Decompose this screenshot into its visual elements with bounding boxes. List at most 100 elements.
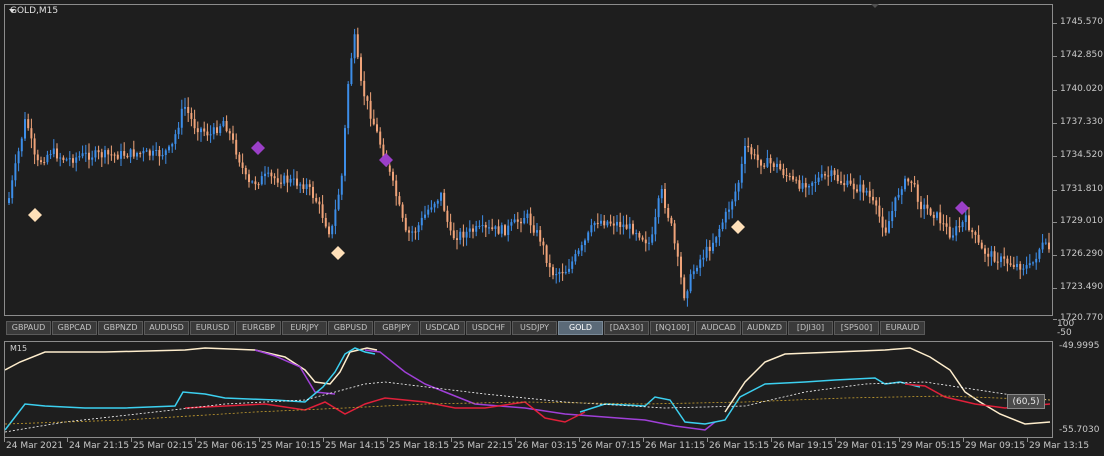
candle-body	[129, 149, 132, 158]
time-axis-tick	[259, 438, 260, 442]
candle-body	[216, 127, 218, 133]
candle-body	[363, 80, 366, 97]
candle-body	[644, 239, 647, 244]
price-axis-label: 1740.020	[1060, 84, 1103, 94]
candle-body	[456, 238, 458, 240]
symbol-button-gbpaud[interactable]: GBPAUD	[6, 321, 51, 335]
indicator-chart	[5, 347, 1051, 433]
candle-body	[632, 223, 634, 234]
signal-marker-diamond	[251, 141, 265, 155]
indicator-axis: 100 -50 -49.9995 -55.7030	[1053, 319, 1104, 439]
symbol-button-usdchf[interactable]: USDCHF	[466, 321, 511, 335]
time-axis-tick	[67, 438, 68, 442]
candle-body	[795, 179, 798, 181]
symbol-button-audusd[interactable]: AUDUSD	[144, 321, 189, 335]
candle-body	[968, 215, 970, 231]
candle-body	[1048, 242, 1050, 250]
price-axis-label: 1723.490	[1060, 282, 1103, 292]
candle-body	[161, 154, 164, 157]
candle-body	[164, 150, 167, 155]
candle-body	[897, 194, 900, 198]
candle-body	[113, 154, 116, 156]
candle-body	[78, 156, 81, 158]
candle-body	[939, 212, 942, 224]
candle-body	[24, 119, 26, 139]
candle-body	[952, 235, 954, 238]
candle-body	[817, 177, 820, 182]
candle-body	[440, 192, 442, 201]
candle-body	[990, 251, 993, 257]
candle-body	[920, 201, 922, 210]
indicator-panel[interactable]	[4, 341, 1053, 438]
price-axis-tick	[1053, 255, 1057, 256]
candle-body	[468, 228, 471, 232]
shift-marker-icon[interactable]	[871, 4, 879, 8]
indicator-line-cyan-a	[5, 347, 376, 431]
candle-body	[891, 210, 894, 222]
candle-body	[1019, 263, 1022, 270]
candle-body	[36, 154, 39, 161]
candle-body	[264, 173, 266, 177]
candle-body	[830, 170, 833, 177]
time-axis-label: 26 Mar 03:15	[517, 441, 578, 451]
symbol-button-gold[interactable]: GOLD	[558, 321, 603, 335]
candle-body	[865, 190, 868, 193]
time-axis: 24 Mar 2021 24 Mar 21:15 25 Mar 02:15 25 Ma…	[0, 438, 1104, 456]
candle-body	[958, 226, 961, 228]
candle-body	[353, 34, 356, 59]
time-axis-tick	[451, 438, 452, 442]
candle-body	[1025, 265, 1028, 269]
candle-body	[187, 106, 190, 113]
candle-body	[331, 225, 334, 235]
symbol-button-nq100[interactable]: [NQ100]	[650, 321, 695, 335]
time-axis-tick	[643, 438, 644, 442]
candle-body	[843, 183, 846, 186]
indicator-line-cream-b	[724, 347, 1051, 425]
candle-body	[1003, 256, 1006, 259]
time-axis-tick	[387, 438, 388, 442]
symbol-button-gbpcad[interactable]: GBPCAD	[52, 321, 97, 335]
chart-title: GOLD,M15	[10, 6, 59, 16]
candle-body	[372, 118, 375, 125]
candle-body	[555, 273, 558, 276]
candle-body	[801, 183, 804, 189]
candle-body	[961, 222, 964, 228]
candle-body	[203, 128, 206, 132]
candle-body	[427, 209, 430, 215]
symbol-button-dji30[interactable]: [DJI30]	[788, 321, 833, 335]
candle-body	[49, 154, 52, 156]
symbol-button-usdcad[interactable]: USDCAD	[420, 321, 465, 335]
candle-body	[305, 184, 308, 189]
candle-body	[155, 150, 158, 152]
candle-body	[251, 181, 254, 183]
time-axis-label: 29 Mar 09:15	[965, 441, 1026, 451]
candle-body	[776, 163, 778, 168]
candle-body	[862, 184, 865, 193]
symbol-button-dax30[interactable]: [DAX30]	[604, 321, 649, 335]
candle-body	[785, 175, 788, 177]
symbol-button-gbpusd[interactable]: GBPUSD	[328, 321, 373, 335]
candle-body	[484, 225, 487, 228]
candle-body	[56, 148, 58, 159]
price-chart-panel[interactable]	[4, 4, 1053, 316]
candle-body	[772, 163, 775, 168]
candle-body	[721, 222, 724, 229]
candle-body	[683, 277, 686, 299]
symbol-button-usdjpy[interactable]: USDJPY	[512, 321, 557, 335]
price-axis-tick	[1053, 56, 1057, 57]
candle-body	[168, 146, 170, 151]
symbol-button-gbpjpy[interactable]: GBPJPY	[374, 321, 419, 335]
symbol-button-sp500[interactable]: [SP500]	[834, 321, 879, 335]
symbol-button-eurusd[interactable]: EURUSD	[190, 321, 235, 335]
symbol-button-audcad[interactable]: AUDCAD	[696, 321, 741, 335]
candle-body	[926, 204, 929, 209]
symbol-button-gbpnzd[interactable]: GBPNZD	[98, 321, 143, 335]
candle-body	[676, 243, 679, 257]
symbol-button-euraud[interactable]: EURAUD	[880, 321, 925, 335]
candle-body	[17, 151, 20, 164]
candle-body	[609, 221, 612, 224]
symbol-button-audnzd[interactable]: AUDNZD	[742, 321, 787, 335]
symbol-button-eurgbp[interactable]: EURGBP	[236, 321, 281, 335]
symbol-button-eurjpy[interactable]: EURJPY	[282, 321, 327, 335]
candle-body	[379, 131, 382, 145]
